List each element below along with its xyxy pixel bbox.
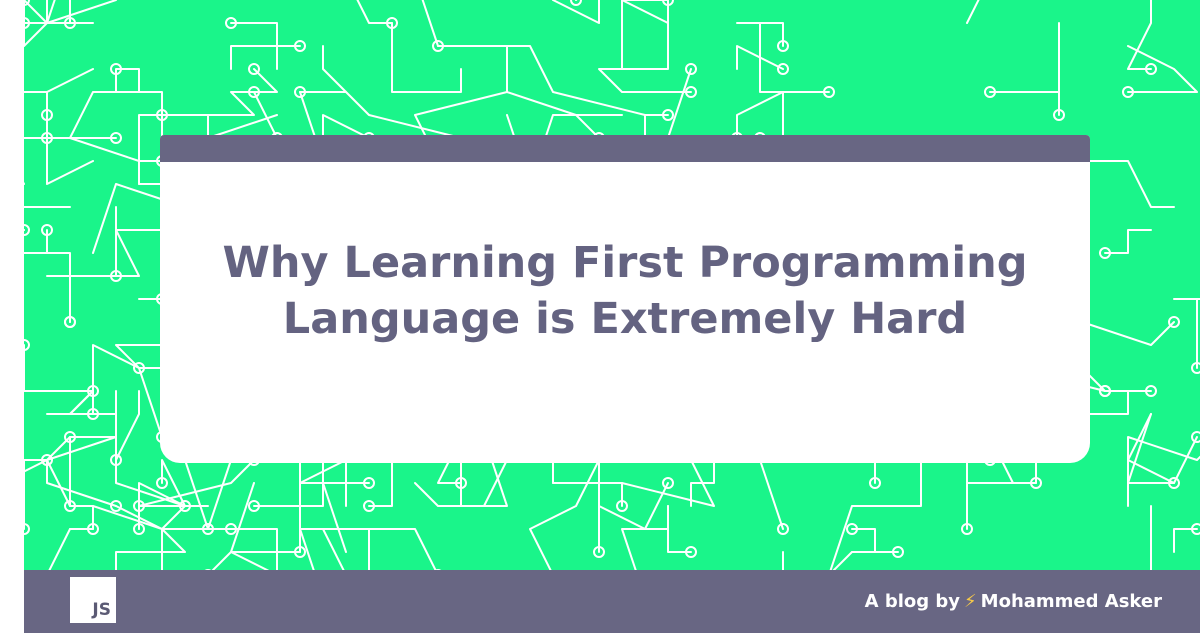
js-logo-text: JS: [92, 600, 111, 620]
byline-prefix: A blog by: [864, 591, 961, 612]
author-name: Mohammed Asker: [980, 591, 1162, 612]
post-title: Why Learning First Programming Language …: [222, 238, 1028, 344]
footer-bar: JS A blog by ⚡ Mohammed Asker: [24, 570, 1200, 633]
byline: A blog by ⚡ Mohammed Asker: [865, 590, 1162, 614]
left-margin-strip: [0, 0, 24, 633]
title-card: Why Learning First Programming Language …: [160, 135, 1090, 463]
js-logo-icon: JS: [70, 577, 116, 623]
lightning-bolt-icon: ⚡: [964, 591, 977, 612]
title-card-header-bar: [160, 135, 1090, 162]
